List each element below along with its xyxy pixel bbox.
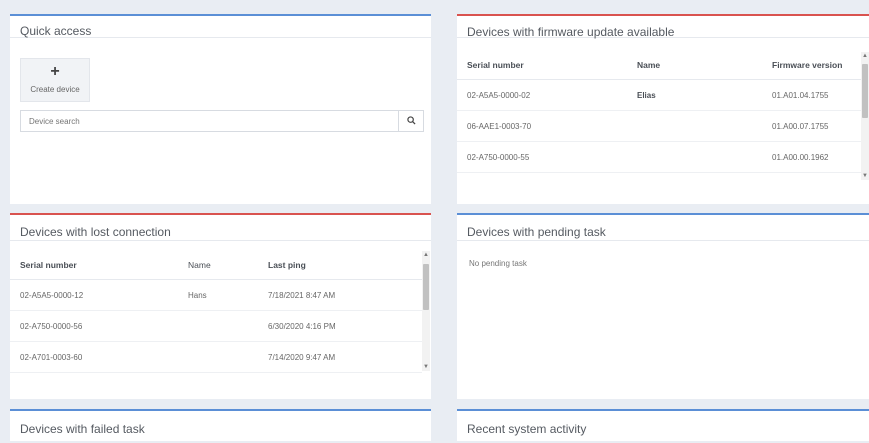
create-device-label: Create device (30, 85, 80, 94)
column-header-serial: Serial number (457, 51, 627, 80)
lost-connection-scrollbar[interactable]: ▲ ▼ (422, 251, 430, 371)
create-device-button[interactable]: + Create device (20, 58, 90, 102)
lost-connection-table: Serial number Name Last ping 02-A5A5-000… (10, 251, 422, 373)
scrollbar-thumb[interactable] (862, 64, 868, 118)
name-cell (178, 341, 258, 373)
table-row[interactable]: 02-A5A5-0000-12 Hans 7/18/2021 8:47 AM (10, 279, 422, 311)
serial-cell: 02-A5A5-0000-02 (457, 79, 627, 111)
panel-title: Devices with firmware update available (457, 16, 869, 39)
plus-icon: + (50, 63, 60, 80)
firmware-table: Serial number Name Firmware version 02-A… (457, 51, 861, 173)
device-search-input[interactable] (21, 111, 399, 131)
firmware-scrollbar[interactable]: ▲ ▼ (861, 52, 869, 180)
chevron-up-icon[interactable]: ▲ (422, 251, 430, 259)
chevron-down-icon[interactable]: ▼ (422, 363, 430, 371)
quick-access-panel: Quick access + Create device (10, 14, 431, 204)
panel-title: Recent system activity (467, 422, 587, 436)
failed-task-panel: Devices with failed task (10, 409, 431, 441)
search-button[interactable] (398, 111, 423, 131)
empty-state-text: No pending task (469, 259, 527, 268)
table-header-row: Serial number Name Last ping (10, 251, 422, 280)
column-header-serial: Serial number (10, 251, 178, 280)
name-cell (627, 141, 762, 173)
name-cell: Elias (627, 79, 762, 111)
name-cell (627, 110, 762, 142)
serial-cell: 02-A5A5-0000-12 (10, 279, 178, 311)
serial-cell: 02-A750-0000-56 (10, 310, 178, 342)
serial-cell: 02-A701-0003-60 (10, 341, 178, 373)
firmware-cell: 01.A00.07.1755 (762, 110, 861, 142)
table-header-row: Serial number Name Firmware version (457, 51, 861, 80)
serial-cell: 06-AAE1-0003-70 (457, 110, 627, 142)
serial-cell: 02-A750-0000-55 (457, 141, 627, 173)
last-ping-cell: 7/14/2020 9:47 AM (258, 341, 422, 373)
chevron-up-icon[interactable]: ▲ (861, 52, 869, 60)
last-ping-cell: 6/30/2020 4:16 PM (258, 310, 422, 342)
panel-title: Devices with lost connection (10, 215, 431, 241)
column-header-firmware: Firmware version (762, 51, 861, 80)
device-search (20, 110, 424, 132)
firmware-cell: 01.A01.04.1755 (762, 79, 861, 111)
lost-connection-panel: Devices with lost connection Serial numb… (10, 213, 431, 399)
firmware-update-panel: Devices with firmware update available S… (457, 14, 869, 204)
pending-task-panel: Devices with pending task No pending tas… (457, 213, 869, 399)
table-row[interactable]: 02-A5A5-0000-02 Elias 01.A01.04.1755 (457, 79, 861, 111)
search-icon (406, 116, 416, 125)
table-row[interactable]: 02-A750-0000-56 6/30/2020 4:16 PM (10, 310, 422, 342)
recent-activity-panel: Recent system activity (457, 409, 869, 441)
column-header-name: Name (627, 51, 762, 80)
panel-title: Devices with failed task (20, 422, 145, 436)
firmware-cell: 01.A00.00.1962 (762, 141, 861, 173)
scrollbar-thumb[interactable] (423, 264, 429, 310)
table-row[interactable]: 02-A750-0000-55 01.A00.00.1962 (457, 141, 861, 173)
panel-title: Quick access (10, 16, 431, 38)
column-header-name: Name (178, 251, 258, 280)
panel-title: Devices with pending task (457, 215, 869, 241)
table-row[interactable]: 06-AAE1-0003-70 01.A00.07.1755 (457, 110, 861, 142)
table-row[interactable]: 02-A701-0003-60 7/14/2020 9:47 AM (10, 341, 422, 373)
column-header-last-ping: Last ping (258, 251, 422, 280)
last-ping-cell: 7/18/2021 8:47 AM (258, 279, 422, 311)
name-cell (178, 310, 258, 342)
chevron-down-icon[interactable]: ▼ (861, 172, 869, 180)
name-cell: Hans (178, 279, 258, 311)
